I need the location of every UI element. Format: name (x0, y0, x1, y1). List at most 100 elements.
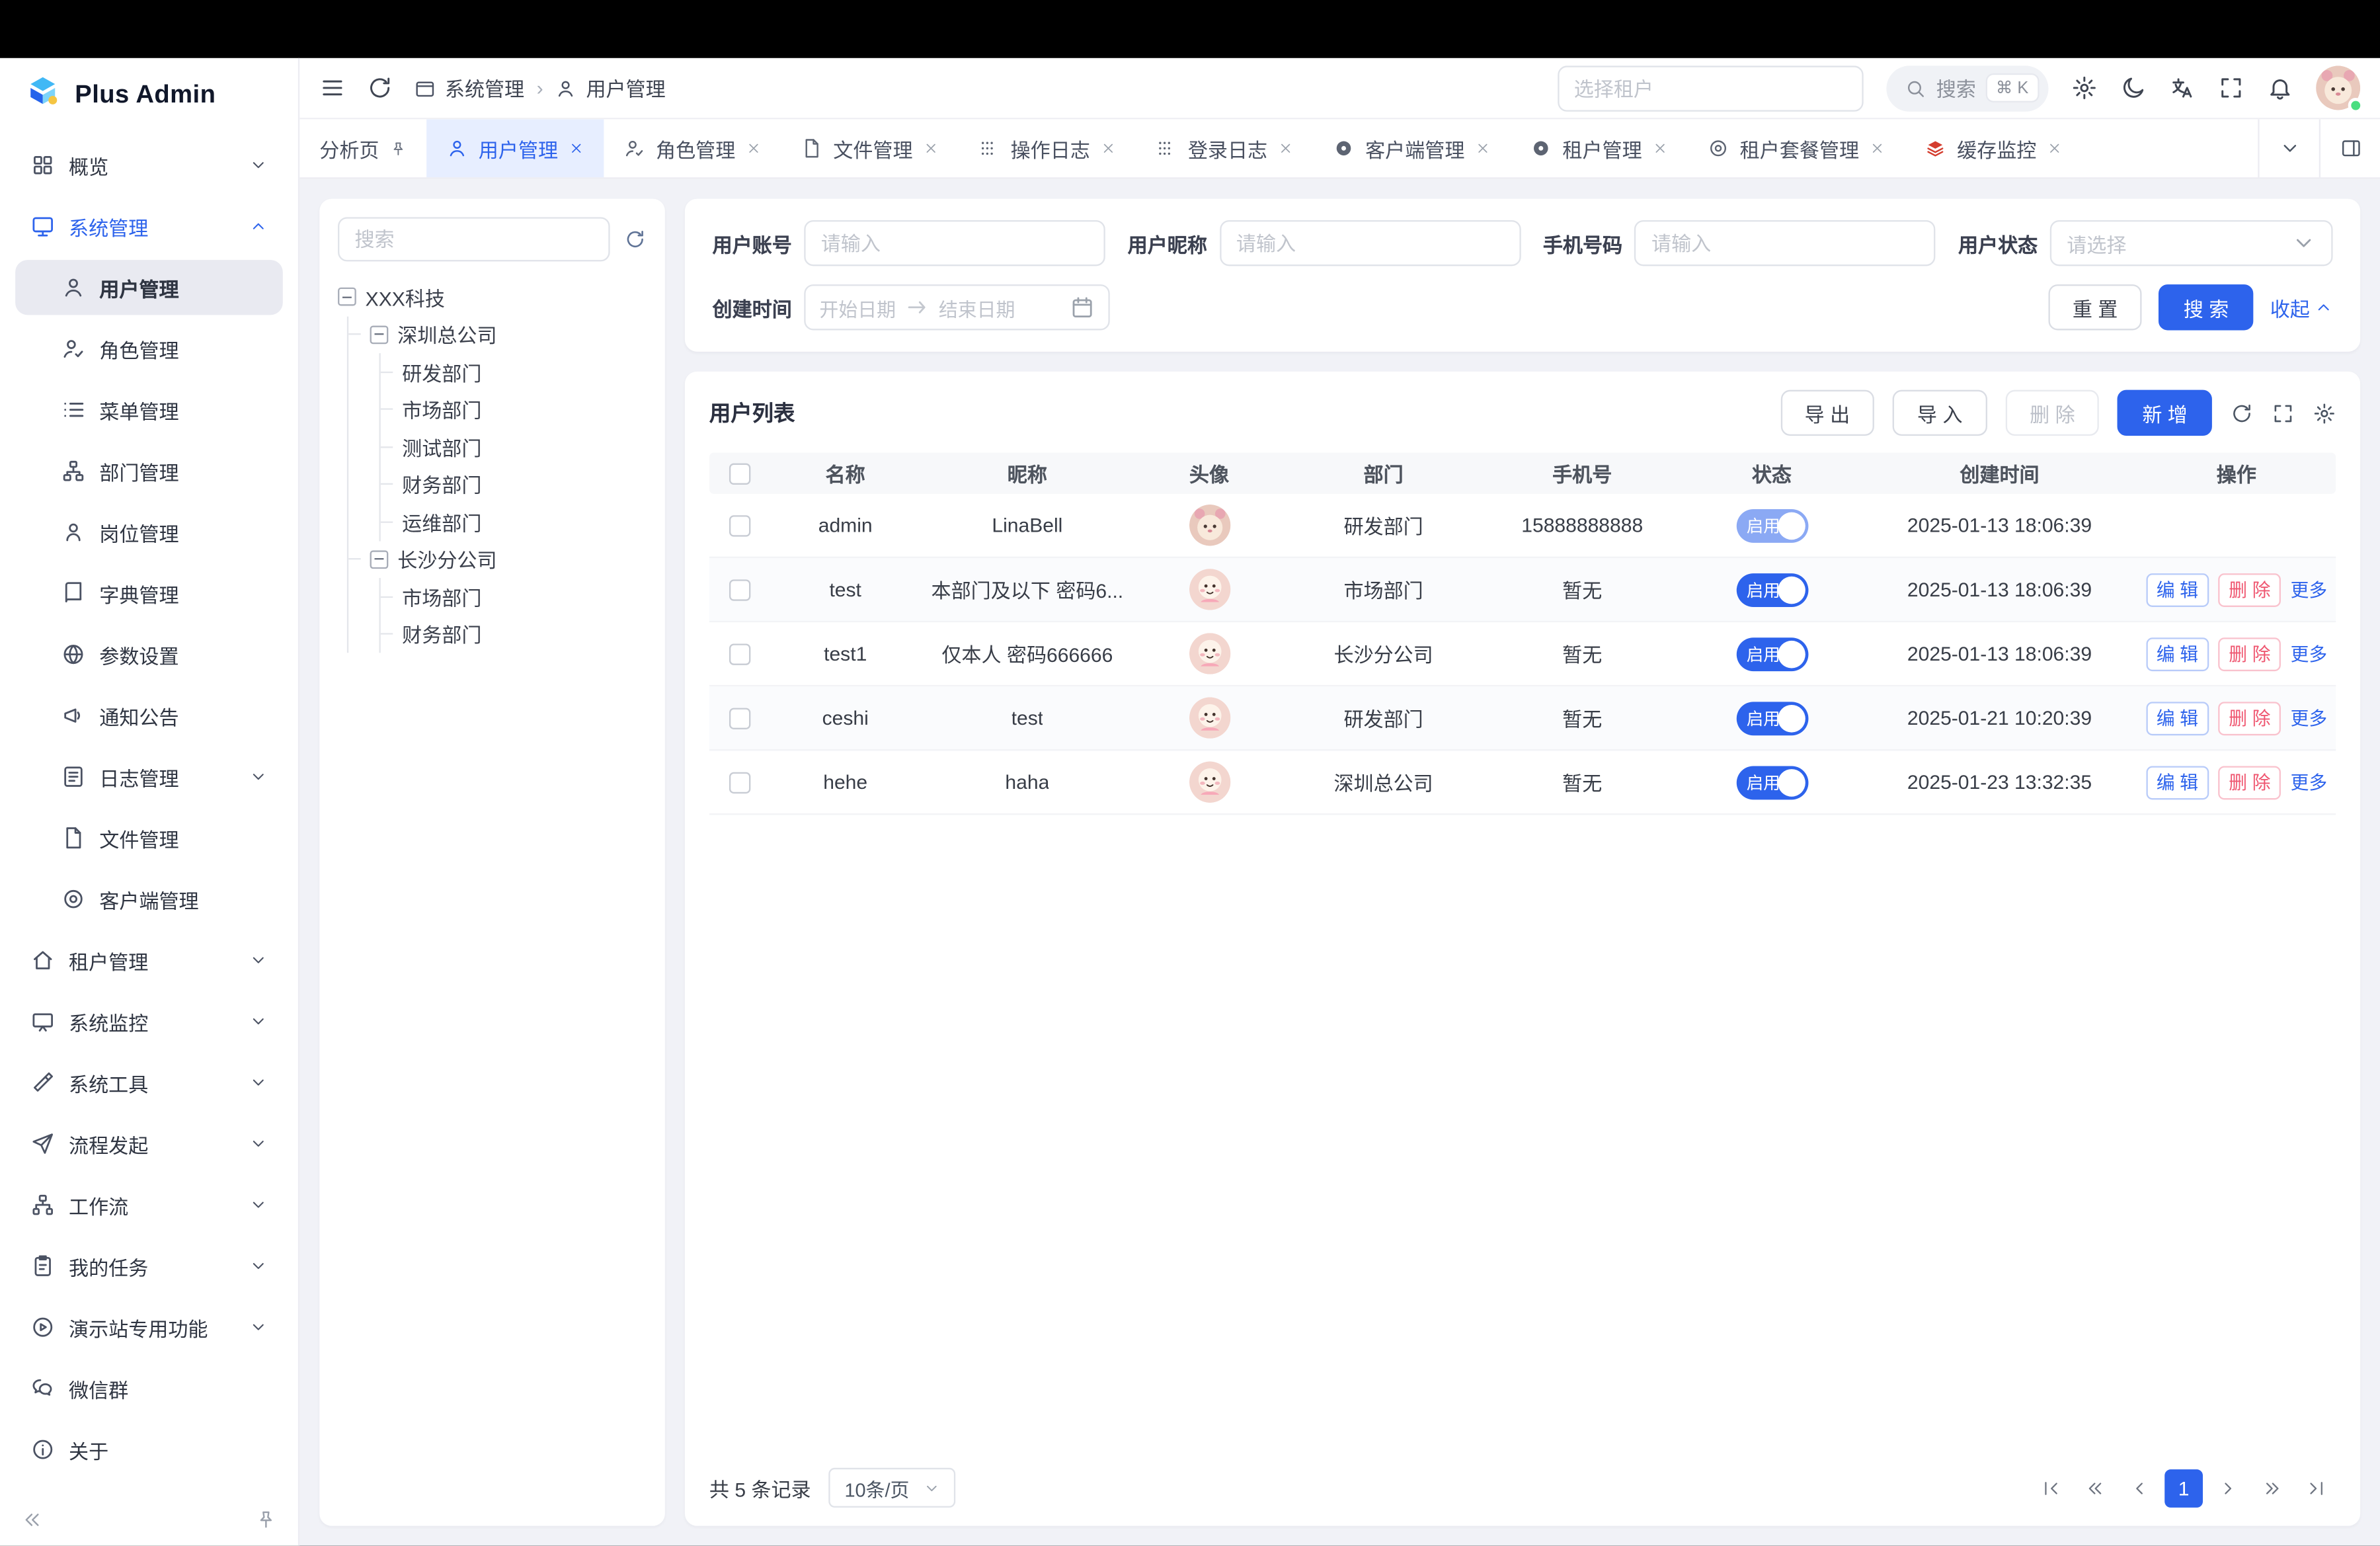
settings-gear-icon[interactable] (2071, 75, 2097, 101)
edit-button[interactable]: 编 辑 (2146, 637, 2209, 671)
app-logo[interactable]: Plus Admin (0, 58, 298, 132)
last-page-button[interactable] (2297, 1469, 2336, 1507)
tree-node[interactable]: XXX科技 (338, 278, 647, 316)
sidebar-item-log-management[interactable]: 日志管理 (15, 749, 283, 804)
sidebar-item-role-management[interactable]: 角色管理 (15, 321, 283, 376)
close-tab-icon[interactable] (2047, 141, 2063, 156)
tab-user-management[interactable]: 用户管理 (426, 119, 604, 177)
search-button[interactable]: 搜 索 (2159, 284, 2253, 330)
tree-expand-toggle[interactable] (338, 288, 356, 306)
nickname-input[interactable] (1219, 220, 1521, 266)
tab-role-management[interactable]: 角色管理 (604, 119, 781, 177)
sidebar-item-notice[interactable]: 通知公告 (15, 688, 283, 743)
reset-button[interactable]: 重 置 (2048, 284, 2142, 330)
close-tab-icon[interactable] (924, 141, 939, 156)
page-size-select[interactable]: 10条/页 (829, 1468, 955, 1508)
close-tab-icon[interactable] (1101, 141, 1116, 156)
next-page-button[interactable] (2209, 1469, 2247, 1507)
delete-row-button[interactable]: 删 除 (2218, 701, 2281, 735)
status-toggle[interactable]: 启用 (1736, 509, 1808, 542)
sidebar-item-overview[interactable]: 概览 (15, 138, 283, 192)
row-checkbox[interactable] (729, 772, 750, 793)
edit-button[interactable]: 编 辑 (2146, 701, 2209, 735)
close-tab-icon[interactable] (1653, 141, 1668, 156)
first-page-button[interactable] (2032, 1469, 2070, 1507)
tab-analysis[interactable]: 分析页 (299, 119, 426, 177)
close-tab-icon[interactable] (1278, 141, 1293, 156)
breadcrumb-item-system-management[interactable]: 系统管理 (415, 73, 525, 102)
created-date-range[interactable]: 开始日期结束日期 (804, 284, 1109, 330)
dept-search-input[interactable] (338, 217, 610, 261)
sidebar-item-post-management[interactable]: 岗位管理 (15, 505, 283, 559)
tree-node[interactable]: 市场部门 (381, 578, 647, 616)
row-checkbox[interactable] (729, 707, 750, 728)
sidebar-item-dict-management[interactable]: 字典管理 (15, 566, 283, 621)
tree-node[interactable]: 测试部门 (381, 428, 647, 466)
sidebar-item-demo-features[interactable]: 演示站专用功能 (15, 1299, 283, 1354)
fullscreen-icon[interactable] (2218, 75, 2244, 101)
sidebar-item-client-management[interactable]: 客户端管理 (15, 872, 283, 926)
sidebar-item-flow-start[interactable]: 流程发起 (15, 1116, 283, 1171)
tenant-select[interactable]: 选择租户 (1557, 65, 1862, 110)
close-tab-icon[interactable] (1476, 141, 1491, 156)
sidebar-item-system-monitor[interactable]: 系统监控 (15, 994, 283, 1049)
sidebar-item-system-tools[interactable]: 系统工具 (15, 1055, 283, 1110)
status-toggle[interactable]: 启用 (1736, 701, 1808, 735)
tree-node[interactable]: 财务部门 (381, 466, 647, 503)
select-all-checkbox[interactable] (729, 462, 750, 483)
sidebar-pin-button[interactable] (255, 1509, 276, 1530)
close-tab-icon[interactable] (1870, 141, 1885, 156)
tabs-dropdown-button[interactable] (2258, 119, 2319, 177)
sidebar-item-user-management[interactable]: 用户管理 (15, 260, 283, 315)
tree-expand-toggle[interactable] (370, 325, 389, 344)
tree-node[interactable]: 市场部门 (381, 391, 647, 428)
notification-bell-icon[interactable] (2267, 75, 2293, 101)
more-button[interactable]: 更多 (2291, 769, 2328, 795)
row-checkbox[interactable] (729, 514, 750, 536)
account-input[interactable] (804, 220, 1105, 266)
current-page[interactable]: 1 (2164, 1469, 2203, 1507)
tab-cache-monitor[interactable]: 缓存监控 (1905, 119, 2082, 177)
tree-node[interactable]: 运维部门 (381, 503, 647, 541)
table-fullscreen-button[interactable] (2272, 401, 2295, 425)
phone-input[interactable] (1635, 220, 1936, 266)
close-tab-icon[interactable] (746, 141, 762, 156)
global-search[interactable]: 搜索 ⌘ K (1885, 65, 2048, 110)
tree-node[interactable]: 财务部门 (381, 616, 647, 653)
delete-row-button[interactable]: 删 除 (2218, 637, 2281, 671)
sidebar-item-dept-management[interactable]: 部门管理 (15, 444, 283, 499)
tabs-panel-button[interactable] (2319, 119, 2380, 177)
sidebar-item-workflow[interactable]: 工作流 (15, 1177, 283, 1232)
sidebar-item-tenant-management[interactable]: 租户管理 (15, 933, 283, 988)
status-toggle[interactable]: 启用 (1736, 573, 1808, 606)
close-tab-icon[interactable] (569, 141, 584, 156)
tree-node[interactable]: 研发部门 (381, 353, 647, 391)
prev-pages-button[interactable] (2076, 1469, 2114, 1507)
add-button[interactable]: 新 增 (2118, 390, 2211, 436)
status-toggle[interactable]: 启用 (1736, 765, 1808, 799)
tab-file-management[interactable]: 文件管理 (781, 119, 959, 177)
edit-button[interactable]: 编 辑 (2146, 573, 2209, 606)
import-button[interactable]: 导 入 (1893, 390, 1987, 436)
sidebar-item-system-management[interactable]: 系统管理 (15, 199, 283, 254)
refresh-page-button[interactable] (367, 75, 393, 101)
tree-expand-toggle[interactable] (370, 550, 389, 569)
user-avatar[interactable] (2316, 65, 2360, 110)
tree-refresh-button[interactable] (623, 228, 647, 251)
prev-page-button[interactable] (2120, 1469, 2159, 1507)
export-button[interactable]: 导 出 (1780, 390, 1874, 436)
tree-node[interactable]: 深圳总公司 (348, 315, 647, 353)
status-select[interactable]: 请选择 (2050, 220, 2333, 266)
edit-button[interactable]: 编 辑 (2146, 765, 2209, 799)
tab-login-log[interactable]: 登录日志 (1136, 119, 1313, 177)
tab-client-management[interactable]: 客户端管理 (1313, 119, 1510, 177)
table-refresh-button[interactable] (2231, 401, 2254, 425)
breadcrumb-item-user-management[interactable]: 用户管理 (555, 73, 666, 102)
tree-node[interactable]: 长沙分公司 (348, 540, 647, 578)
menu-toggle-button[interactable] (319, 75, 345, 101)
more-button[interactable]: 更多 (2291, 705, 2328, 731)
theme-moon-icon[interactable] (2120, 75, 2146, 101)
tab-operation-log[interactable]: 操作日志 (959, 119, 1136, 177)
more-button[interactable]: 更多 (2291, 641, 2328, 667)
sidebar-collapse-button[interactable] (21, 1509, 42, 1530)
